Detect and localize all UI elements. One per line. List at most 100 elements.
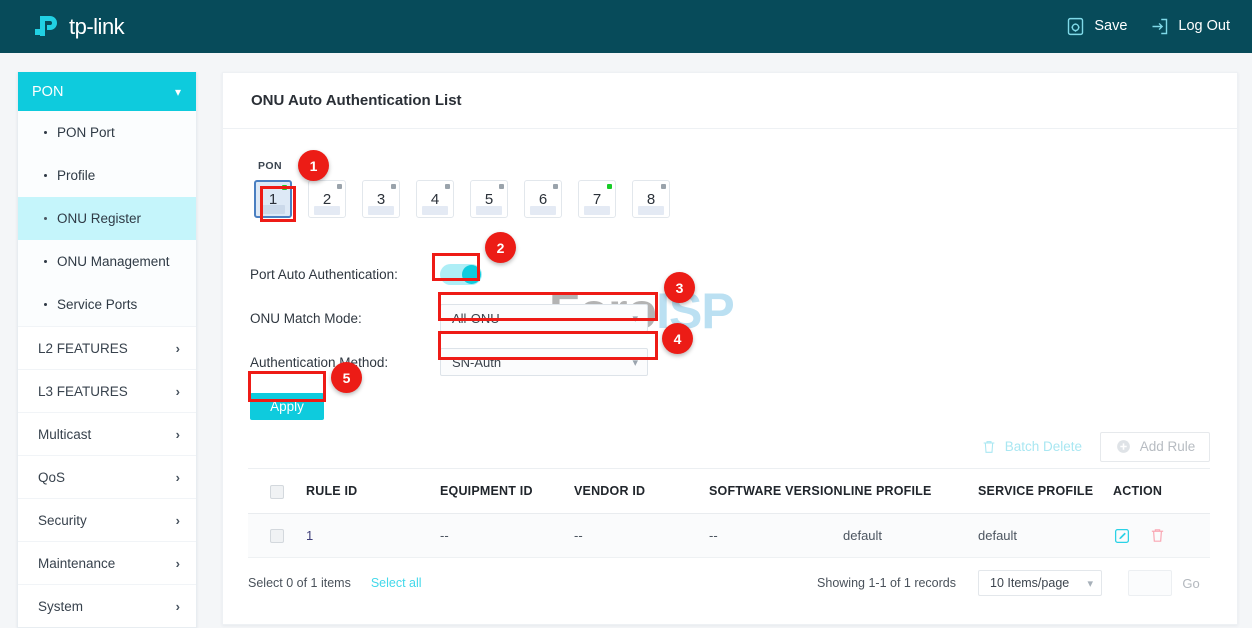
table-header-row: RULE ID EQUIPMENT ID VENDOR ID SOFTWARE … [248,470,1210,514]
sidebar-group-multicast[interactable]: Multicast › [18,412,196,455]
chevron-right-icon: › [175,426,180,442]
sidebar-group-system[interactable]: System › [18,584,196,627]
port-number: 7 [592,190,602,208]
add-rule-button[interactable]: Add Rule [1100,431,1210,462]
port-auto-auth-toggle[interactable] [440,263,482,285]
selection-info: Select 0 of 1 items [248,576,351,590]
onu-match-mode-value: All-ONU [452,310,500,326]
chevron-down-icon: ▾ [1087,577,1093,590]
onu-match-mode-row: ONU Match Mode: All-ONU ▾ [250,299,648,337]
sidebar-item-onu-management[interactable]: ONU Management [18,240,196,283]
pon-port-8[interactable]: 8 [632,180,670,218]
chevron-right-icon: › [175,598,180,614]
select-all-link[interactable]: Select all [371,576,422,590]
add-rule-label: Add Rule [1139,439,1196,454]
pon-port-1[interactable]: 1 [254,180,292,218]
port-number: 6 [538,190,548,208]
port-base-icon [476,206,502,215]
port-auto-auth-label: Port Auto Authentication: [250,266,398,282]
sidebar-item-label: PON Port [57,125,115,140]
onu-match-mode-label: ONU Match Mode: [250,310,362,326]
sidebar-group-label: Maintenance [38,555,116,571]
port-base-icon [530,206,556,215]
pon-port-7[interactable]: 7 [578,180,616,218]
cell-rule-id: 1 [306,528,314,543]
exit-arrow-icon [1149,16,1170,37]
cell-software-version: -- [709,528,718,543]
column-header-vendor-id: VENDOR ID [574,484,646,498]
sidebar-item-label: ONU Management [57,254,170,269]
sidebar-group-l3-features[interactable]: L3 FEATURES › [18,369,196,412]
brand-name: tp-link [69,13,125,39]
edit-pencil-icon[interactable] [1113,527,1131,545]
annotation-badge-2: 2 [485,232,516,263]
row-checkbox[interactable] [270,528,284,543]
batch-delete-button[interactable]: Batch Delete [981,439,1082,455]
sidebar-item-label: ONU Register [57,211,142,226]
save-button[interactable]: Save [1065,16,1127,37]
port-status-dot-icon [337,184,342,189]
port-base-icon [638,206,664,215]
top-header-bar: tp-link Save Log Out [0,0,1252,53]
cell-service-profile: default [978,528,1018,543]
select-all-checkbox[interactable] [270,484,284,499]
annotation-badge-4: 4 [662,323,693,354]
sidebar-item-onu-register[interactable]: ONU Register [18,197,196,240]
port-base-icon [422,206,448,215]
sidebar-group-label: QoS [38,469,66,485]
logout-label: Log Out [1178,18,1230,35]
pon-port-2[interactable]: 2 [308,180,346,218]
chevron-right-icon: › [175,512,180,528]
bullet-icon [44,217,47,220]
pon-port-3[interactable]: 3 [362,180,400,218]
logout-button[interactable]: Log Out [1149,16,1230,37]
trash-icon [981,439,997,455]
save-label: Save [1094,18,1128,35]
port-base-icon [261,205,285,214]
port-number: 2 [322,190,332,208]
auth-settings-form: Port Auto Authentication: ONU Match Mode… [250,255,648,431]
pon-port-4[interactable]: 4 [416,180,454,218]
chevron-right-icon: › [175,383,180,399]
sidebar-item-service-ports[interactable]: Service Ports [18,283,196,326]
port-base-icon [314,206,340,215]
apply-button[interactable]: Apply [250,392,324,420]
sidebar-group-label: Multicast [38,426,92,442]
brand-logo[interactable]: tp-link [32,12,125,42]
cell-action [1113,527,1210,545]
port-auto-auth-row: Port Auto Authentication: [250,255,648,293]
annotation-badge-5: 5 [331,362,362,393]
column-header-equipment-id: EQUIPMENT ID [440,484,533,498]
port-status-dot-icon [607,184,612,189]
annotation-badge-1: 1 [298,150,329,181]
sidebar-group-label: L2 FEATURES [38,340,128,356]
sidebar-group-pon[interactable]: PON ▾ [18,72,196,111]
column-header-action: ACTION [1113,484,1163,498]
select-all-header-cell [248,484,306,499]
sidebar-group-maintenance[interactable]: Maintenance › [18,541,196,584]
port-number: 3 [376,190,386,208]
column-header-software-version: SOFTWARE VERSION [709,484,843,498]
port-number: 4 [430,190,440,208]
go-button[interactable]: Go [1172,570,1210,596]
tp-link-logo-icon [32,12,62,42]
sidebar-item-pon-port[interactable]: PON Port [18,111,196,154]
table-row: 1 -- -- -- default default [248,514,1210,558]
port-status-dot-icon [553,184,558,189]
delete-trash-icon[interactable] [1149,527,1166,544]
sidebar-group-qos[interactable]: QoS › [18,455,196,498]
onu-match-mode-select[interactable]: All-ONU ▾ [440,304,648,332]
page-number-input[interactable] [1128,570,1172,596]
chevron-right-icon: › [175,340,180,356]
pon-port-5[interactable]: 5 [470,180,508,218]
sidebar-group-l2-features[interactable]: L2 FEATURES › [18,326,196,369]
sidebar-item-profile[interactable]: Profile [18,154,196,197]
page-size-select[interactable]: 10 Items/page ▾ [978,570,1102,596]
chevron-right-icon: › [175,469,180,485]
column-header-service-profile: SERVICE PROFILE [978,484,1094,498]
chevron-right-icon: › [175,555,180,571]
sidebar-item-label: Service Ports [57,297,138,312]
pon-port-6[interactable]: 6 [524,180,562,218]
sidebar-group-security[interactable]: Security › [18,498,196,541]
auth-method-select[interactable]: SN-Auth ▾ [440,348,648,376]
